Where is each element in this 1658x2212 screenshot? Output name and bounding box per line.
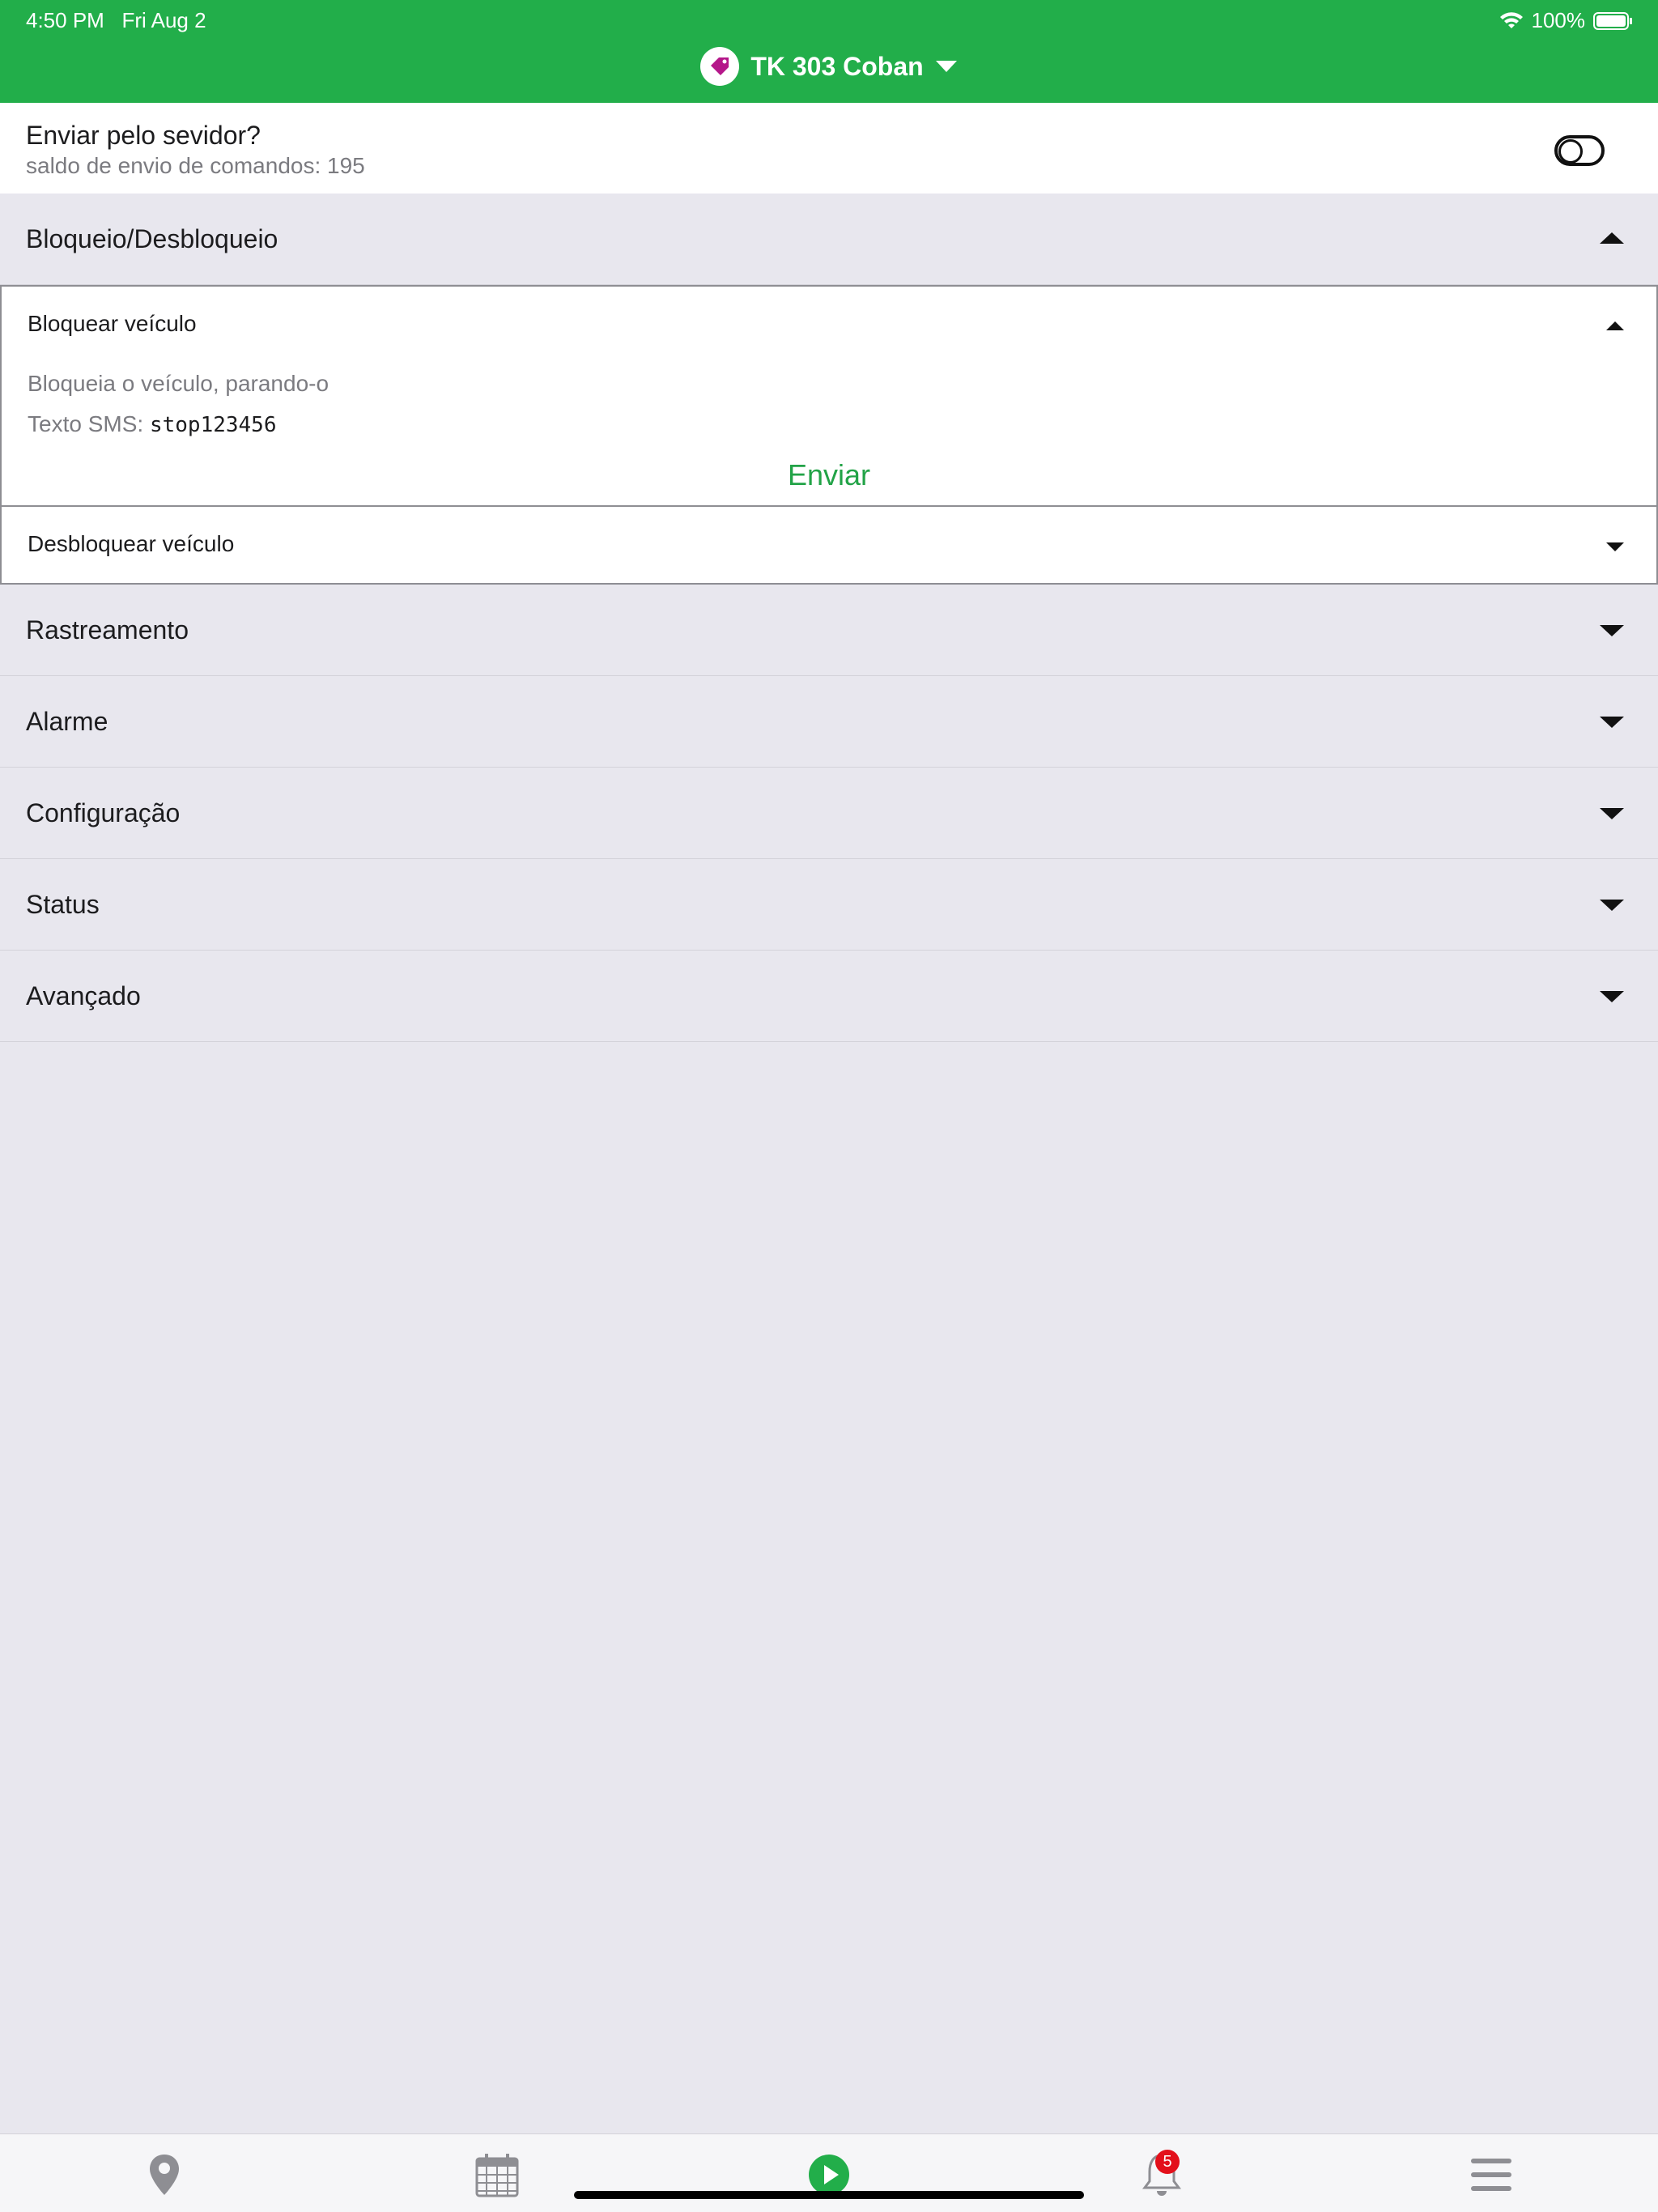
chevron-down-icon <box>1600 808 1624 819</box>
sms-text-row: Texto SMS: stop123456 <box>28 411 277 437</box>
section-status[interactable]: Status <box>0 859 1658 951</box>
command-desbloquear-label[interactable]: Desbloquear veículo <box>28 531 234 557</box>
section-label: Avançado <box>26 981 141 1010</box>
chevron-down-icon <box>1600 991 1624 1002</box>
section-label: Rastreamento <box>26 615 189 644</box>
tab-bar <box>0 2133 1658 2212</box>
chevron-down-icon <box>935 61 957 72</box>
tab-menu[interactable] <box>1467 2150 1516 2199</box>
battery-icon <box>1593 11 1632 30</box>
app-header: 4:50 PM Fri Aug 2 100% TK 303 Coban <box>0 0 1658 103</box>
device-title: TK 303 Coban <box>750 51 924 81</box>
status-date-text: Fri Aug 2 <box>121 8 206 32</box>
server-send-title: Enviar pelo sevidor? <box>26 121 261 150</box>
section-label: Bloqueio/Desbloqueio <box>26 224 278 253</box>
chevron-down-icon[interactable] <box>1606 542 1624 551</box>
command-description: Bloqueia o veículo, parando-o <box>28 371 329 396</box>
section-label: Status <box>26 890 100 919</box>
section-bloqueio-desbloqueio[interactable]: Bloqueio/Desbloqueio <box>0 194 1658 285</box>
calendar-icon <box>475 2154 519 2197</box>
section-avancado[interactable]: Avançado <box>0 951 1658 1042</box>
command-bloquear-label[interactable]: Bloquear veículo <box>28 311 197 337</box>
play-icon <box>809 2155 849 2195</box>
status-time: 4:50 PM Fri Aug 2 <box>26 8 206 33</box>
status-time-text: 4:50 PM <box>26 8 104 32</box>
sms-label: Texto SMS: <box>28 411 144 436</box>
section-rastreamento[interactable]: Rastreamento <box>0 585 1658 676</box>
commands-panel: Bloquear veículo Bloqueia o veículo, par… <box>0 285 1658 585</box>
wifi-icon <box>1499 11 1523 28</box>
divider <box>2 505 1656 507</box>
tab-map[interactable] <box>140 2150 189 2199</box>
section-label: Alarme <box>26 707 108 736</box>
send-button[interactable]: Enviar <box>2 458 1656 492</box>
tab-calendar[interactable] <box>473 2150 521 2199</box>
status-right: 100% <box>1499 8 1635 33</box>
section-label: Configuração <box>26 798 181 827</box>
notification-badge: 5 <box>1155 2150 1180 2174</box>
command-balance-text: saldo de envio de comandos: 195 <box>26 153 365 178</box>
tag-icon <box>700 47 740 86</box>
chevron-down-icon <box>1600 625 1624 636</box>
sms-code: stop123456 <box>149 413 277 437</box>
battery-percent: 100% <box>1531 8 1586 32</box>
chevron-down-icon <box>1600 717 1624 728</box>
chevron-up-icon[interactable] <box>1606 321 1624 330</box>
map-pin-icon <box>150 2155 179 2195</box>
chevron-down-icon <box>1600 900 1624 911</box>
server-send-row: Enviar pelo sevidor? saldo de envio de c… <box>0 103 1658 194</box>
chevron-up-icon <box>1600 232 1624 244</box>
toggle-knob <box>1558 139 1583 164</box>
home-indicator[interactable] <box>574 2191 1084 2199</box>
device-selector[interactable]: TK 303 Coban <box>0 47 1658 86</box>
section-alarme[interactable]: Alarme <box>0 676 1658 768</box>
server-send-toggle[interactable] <box>1554 135 1605 166</box>
menu-icon <box>1471 2159 1511 2191</box>
section-configuracao[interactable]: Configuração <box>0 768 1658 859</box>
